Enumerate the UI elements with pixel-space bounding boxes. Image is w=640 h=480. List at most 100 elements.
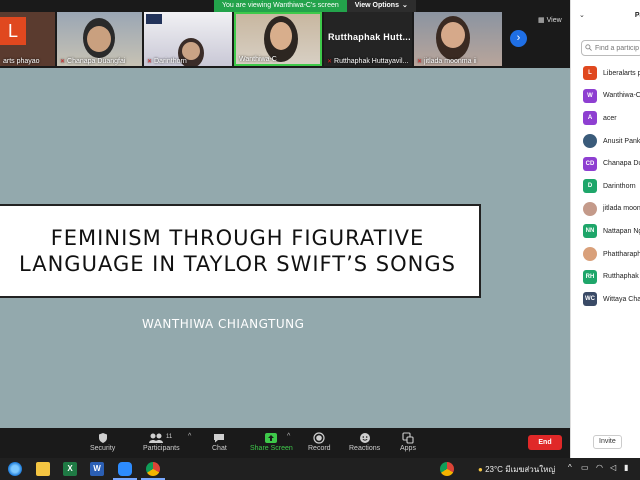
participant-face bbox=[441, 22, 465, 48]
slide-title-box: FEMINISM THROUGH FIGURATIVE LANGUAGE IN … bbox=[0, 204, 481, 298]
record-label: Record bbox=[308, 445, 331, 452]
mic-muted-icon: ✕ bbox=[147, 59, 153, 65]
avatar-photo bbox=[583, 201, 597, 216]
participant-name: jitlada moon bbox=[603, 205, 640, 213]
tile-display-name: Rutthaphak Hutt... bbox=[328, 32, 411, 42]
shared-screen: FEMINISM THROUGH FIGURATIVE LANGUAGE IN … bbox=[0, 68, 570, 428]
video-tile-active-speaker[interactable]: Wanthiwa-C bbox=[234, 12, 322, 66]
invite-button[interactable]: Invite bbox=[593, 435, 622, 449]
participant-list: L Liberalarts p W Wanthiwa-C Aacer Anusit Pan… bbox=[571, 62, 640, 311]
meeting-toolbar: Security 11 Participants ^ Chat Share Sc… bbox=[0, 428, 570, 458]
avatar: L bbox=[0, 17, 26, 45]
chat-label: Chat bbox=[212, 445, 227, 452]
security-button[interactable]: Security bbox=[90, 431, 115, 452]
participants-caret-icon[interactable]: ^ bbox=[188, 433, 191, 440]
reactions-label: Reactions bbox=[349, 445, 381, 452]
mic-muted-icon: ✕ bbox=[327, 59, 333, 65]
participant-row[interactable]: L Liberalarts p bbox=[571, 62, 640, 85]
avatar: W bbox=[583, 88, 597, 103]
avatar: NN bbox=[583, 224, 597, 239]
participant-row[interactable]: W Wanthiwa-C bbox=[571, 85, 640, 108]
share-screen-icon bbox=[264, 431, 278, 445]
chevron-up-icon[interactable]: ^ bbox=[568, 463, 572, 472]
participant-row[interactable]: Aacer bbox=[571, 107, 640, 130]
participant-row[interactable]: NN Nattapan Ng bbox=[571, 220, 640, 243]
participant-row[interactable]: D Darinthorn bbox=[571, 175, 640, 198]
video-tile[interactable]: L arts phayao bbox=[0, 12, 55, 66]
reactions-button[interactable]: Reactions bbox=[349, 431, 380, 452]
apps-label: Apps bbox=[400, 445, 416, 452]
next-page-arrow-icon[interactable]: › bbox=[510, 30, 527, 47]
video-tile[interactable]: ✕ Darinthorn bbox=[144, 12, 232, 66]
participant-name: acer bbox=[603, 114, 617, 122]
video-tile[interactable]: ✕ Chanapa Duangfai bbox=[57, 12, 142, 66]
participant-row[interactable]: CD Chanapa Du bbox=[571, 152, 640, 175]
participant-row[interactable]: Anusit Pankl bbox=[571, 130, 640, 153]
windows-start-icon[interactable] bbox=[8, 462, 22, 476]
view-layout-button[interactable]: ▦ View bbox=[538, 16, 562, 25]
file-explorer-icon[interactable] bbox=[36, 462, 50, 476]
avatar: A bbox=[583, 111, 597, 126]
avatar: RH bbox=[583, 269, 597, 284]
apps-button[interactable]: Apps bbox=[400, 431, 416, 452]
participant-name: Wittaya Cha bbox=[603, 295, 640, 303]
zoom-app-icon[interactable] bbox=[118, 462, 132, 476]
tile-name: arts phayao bbox=[3, 58, 40, 65]
chrome-icon[interactable] bbox=[146, 462, 160, 476]
record-button[interactable]: Record bbox=[308, 431, 331, 452]
participant-row[interactable]: Phattharaph bbox=[571, 243, 640, 266]
network-icon[interactable]: ▭ bbox=[581, 463, 589, 472]
collapse-chevron-icon[interactable]: ⌄ bbox=[579, 11, 585, 19]
tile-name: Darinthorn bbox=[154, 58, 187, 65]
view-options-button[interactable]: View Options ⌄ bbox=[346, 0, 416, 12]
chrome-profile-icon[interactable] bbox=[440, 462, 454, 476]
tile-name-label: ✕ Chanapa Duangfai bbox=[60, 58, 125, 65]
share-banner-message: You are viewing Wanthiwa-C's screen bbox=[214, 0, 347, 12]
mic-muted-icon: ✕ bbox=[417, 59, 423, 65]
weather-description: มีเมฆส่วนใหญ่ bbox=[505, 465, 556, 474]
participant-search[interactable] bbox=[581, 40, 640, 56]
end-meeting-button[interactable]: End bbox=[528, 435, 562, 450]
tile-name-label: ✕ jitlada moonma ii bbox=[417, 58, 477, 65]
participant-row[interactable]: jitlada moon bbox=[571, 198, 640, 221]
slide-title-line-2: LANGUAGE IN TAYLOR SWIFT’S SONGS bbox=[19, 252, 456, 276]
chat-icon bbox=[213, 431, 225, 445]
participant-name: Nattapan Ng bbox=[603, 227, 640, 235]
avatar-photo bbox=[583, 247, 597, 262]
participant-face bbox=[87, 26, 111, 52]
zoom-meeting-window: You are viewing Wanthiwa-C's screen View… bbox=[0, 0, 640, 480]
avatar: L bbox=[583, 66, 597, 81]
avatar: CD bbox=[583, 156, 597, 171]
temperature: 23°C bbox=[485, 465, 503, 474]
tile-name: Chanapa Duangfai bbox=[67, 58, 126, 65]
panel-header: ⌄ Pa bbox=[571, 0, 640, 30]
participant-name: Chanapa Du bbox=[603, 160, 640, 168]
video-tile[interactable]: Rutthaphak Hutt... ✕ Rutthaphak Huttayavi… bbox=[324, 12, 412, 66]
participant-name: Rutthaphak bbox=[603, 273, 639, 281]
tile-name: Wanthiwa-C bbox=[239, 56, 277, 63]
share-caret-icon[interactable]: ^ bbox=[287, 433, 290, 440]
video-tile[interactable]: ✕ jitlada moonma ii bbox=[414, 12, 502, 66]
participant-row[interactable]: WC Wittaya Cha bbox=[571, 288, 640, 311]
tile-name-label: arts phayao bbox=[3, 58, 40, 65]
grid-icon: ▦ bbox=[538, 17, 545, 24]
participant-search-input[interactable] bbox=[595, 44, 640, 52]
weather-sun-icon: ● bbox=[478, 465, 483, 474]
windows-taskbar: X W ● 23°C มีเมฆส่วนใหญ่ ^ ▭ ◠ ◁ ▮ bbox=[0, 458, 640, 480]
wifi-icon[interactable]: ◠ bbox=[596, 463, 603, 472]
view-options-label: View Options bbox=[354, 2, 399, 9]
weather-widget[interactable]: ● 23°C มีเมฆส่วนใหญ่ bbox=[478, 463, 555, 476]
battery-icon[interactable]: ▮ bbox=[624, 463, 628, 472]
tile-name-label: ✕ Darinthorn bbox=[147, 58, 187, 65]
panel-title: Pa bbox=[634, 11, 640, 19]
volume-icon[interactable]: ◁ bbox=[610, 463, 616, 472]
participant-row[interactable]: RH Rutthaphak bbox=[571, 265, 640, 288]
share-banner: You are viewing Wanthiwa-C's screen View… bbox=[214, 0, 416, 12]
excel-icon[interactable]: X bbox=[63, 462, 77, 476]
slide-title-line-1: FEMINISM THROUGH FIGURATIVE bbox=[50, 226, 425, 250]
participants-button[interactable]: 11 Participants bbox=[143, 431, 180, 452]
avatar: D bbox=[583, 179, 597, 194]
tile-name-label: ✕ Rutthaphak Huttayavil... bbox=[327, 58, 408, 65]
word-icon[interactable]: W bbox=[90, 462, 104, 476]
chat-button[interactable]: Chat bbox=[212, 431, 227, 452]
